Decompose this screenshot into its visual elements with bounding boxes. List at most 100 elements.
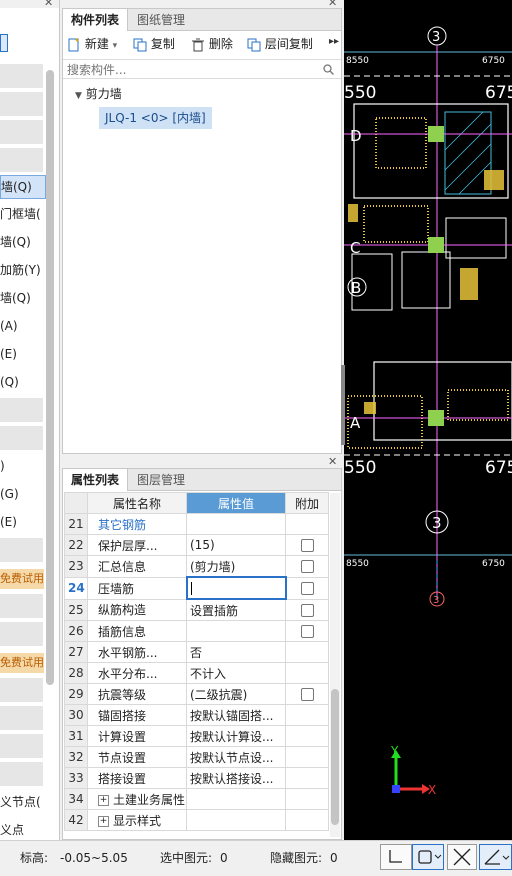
cross-select-button[interactable] (447, 844, 477, 870)
property-name: 搭接设置 (87, 767, 187, 789)
property-value[interactable] (186, 809, 286, 831)
property-value-editor[interactable] (185, 576, 287, 600)
search-input[interactable] (65, 61, 319, 79)
property-row[interactable]: 29 抗震等级 (二级抗震) (64, 683, 329, 705)
sidebar-item[interactable]: ) (0, 455, 44, 477)
property-value[interactable]: (剪力墙) (186, 555, 286, 578)
sidebar-group-row[interactable] (0, 148, 43, 172)
extra-checkbox[interactable] (300, 603, 314, 617)
sidebar-group-row[interactable] (0, 706, 43, 730)
sidebar-group-row[interactable] (0, 120, 43, 144)
splitter-handle[interactable] (341, 365, 345, 445)
tab-layer-management[interactable]: 图层管理 (129, 469, 193, 491)
property-row[interactable]: 21 其它钢筋 (64, 513, 329, 535)
sidebar-item[interactable]: (Q) (0, 371, 44, 393)
sidebar-item[interactable]: (G) (0, 483, 44, 505)
extra-checkbox[interactable] (300, 688, 314, 701)
property-value[interactable]: 按默认计算设... (186, 725, 286, 747)
sidebar-item[interactable]: 义节点( (0, 791, 59, 813)
sidebar-group-row[interactable] (0, 64, 43, 88)
property-row[interactable]: 25 纵筋构造 设置插筋 (64, 598, 329, 621)
sidebar-group-row[interactable] (0, 678, 43, 702)
property-row[interactable]: 23 汇总信息 (剪力墙) (64, 555, 329, 578)
sidebar-item[interactable]: (A) (0, 315, 44, 337)
sidebar-item[interactable]: 墙(Q) (0, 231, 44, 253)
property-value[interactable]: (15) (186, 534, 286, 556)
sidebar-item-shear-wall[interactable]: 墙(Q) (0, 175, 46, 199)
object-snap-button[interactable] (412, 844, 444, 870)
sidebar-group-row[interactable] (0, 594, 43, 618)
property-row[interactable]: 26 插筋信息 (64, 620, 329, 642)
property-value[interactable] (186, 788, 286, 810)
property-value[interactable]: (二级抗震) (186, 683, 286, 705)
sidebar-item[interactable]: 加筋(Y) (0, 259, 44, 281)
property-row[interactable]: 32 节点设置 按默认节点设... (64, 746, 329, 768)
property-scrollbar-thumb[interactable] (331, 689, 339, 825)
angle-snap-button[interactable] (479, 844, 512, 870)
property-value[interactable]: 按默认搭接设... (186, 767, 286, 789)
sidebar-group-row[interactable] (0, 398, 43, 422)
property-row[interactable]: 34 + 土建业务属性 (64, 788, 329, 810)
column[interactable] (428, 410, 444, 426)
new-button[interactable]: 新建 ▾ (67, 32, 117, 56)
sidebar-group-row[interactable] (0, 426, 43, 450)
sidebar-item[interactable]: 墙(Q) (0, 287, 44, 309)
expand-plus-icon[interactable]: + (98, 815, 109, 827)
column[interactable] (428, 126, 444, 142)
property-value[interactable]: 否 (186, 641, 286, 663)
sidebar-group-row[interactable] (0, 734, 43, 758)
property-row[interactable]: 30 锚固搭接 按默认锚固搭... (64, 704, 329, 726)
property-value[interactable]: 设置插筋 (186, 598, 286, 621)
close-icon[interactable]: ✕ (328, 455, 337, 468)
property-scrollbar-track[interactable] (330, 493, 340, 837)
extra-checkbox[interactable] (300, 582, 314, 595)
sidebar-group-row[interactable] (0, 538, 43, 562)
property-row[interactable]: 27 水平钢筋... 否 (64, 641, 329, 663)
property-value[interactable] (186, 513, 286, 535)
tab-component-list[interactable]: 构件列表 (63, 9, 129, 31)
tree-expand-icon[interactable]: ▼ (75, 91, 82, 101)
property-group-name[interactable]: + 显示样式 (87, 809, 187, 831)
sidebar-item[interactable]: 义点 (0, 819, 59, 840)
close-icon[interactable]: ✕ (328, 0, 337, 9)
property-value[interactable]: 按默认锚固搭... (186, 704, 286, 726)
property-value[interactable] (186, 620, 286, 642)
free-trial-badge[interactable]: 免费试用 (0, 569, 44, 589)
property-row[interactable]: 31 计算设置 按默认计算设... (64, 725, 329, 747)
sidebar-group-row[interactable] (0, 92, 43, 116)
extra-checkbox[interactable] (300, 560, 314, 574)
property-row[interactable]: 24 压墙筋 (64, 576, 329, 600)
tab-drawing-management[interactable]: 图纸管理 (129, 9, 193, 31)
sidebar-group-row[interactable] (0, 622, 43, 646)
property-value[interactable]: 不计入 (186, 662, 286, 684)
property-row[interactable]: 42 + 显示样式 (64, 809, 329, 831)
search-icon[interactable] (323, 64, 334, 75)
sidebar-scrollbar[interactable] (46, 70, 54, 685)
property-group-name[interactable]: + 土建业务属性 (87, 788, 187, 810)
extra-checkbox[interactable] (300, 625, 314, 638)
chevron-down-icon[interactable]: ▾ (113, 41, 118, 51)
orthogonal-snap-button[interactable] (380, 844, 412, 870)
sidebar-group-row[interactable] (0, 762, 43, 786)
tree-group-shear-wall[interactable]: ▼ 剪力墙 (75, 85, 122, 103)
sidebar-item[interactable]: (E) (0, 343, 44, 365)
copy-button[interactable]: 复制 (133, 32, 175, 56)
property-value[interactable]: 按默认节点设... (186, 746, 286, 768)
property-row[interactable]: 22 保护层厚... (15) (64, 534, 329, 556)
toolbar-overflow-icon[interactable]: ▸▸ (329, 36, 339, 47)
floor-copy-button[interactable]: 层间复制 (247, 32, 313, 56)
property-row[interactable]: 28 水平分布... 不计入 (64, 662, 329, 684)
expand-plus-icon[interactable]: + (98, 794, 109, 806)
sidebar-item[interactable]: 门框墙( (0, 203, 44, 225)
free-trial-badge[interactable]: 免费试用 (0, 653, 44, 673)
extra-checkbox[interactable] (300, 539, 314, 552)
sidebar-toggle-button[interactable] (0, 34, 8, 52)
property-row[interactable]: 33 搭接设置 按默认搭接设... (64, 767, 329, 789)
tab-property-list[interactable]: 属性列表 (63, 469, 129, 491)
cad-canvas[interactable]: 8550 6750 3 550 675 D C B A 550 675 3 85… (344, 0, 512, 840)
tree-item-jlq-1[interactable]: JLQ-1 <0> [内墙] (99, 107, 212, 129)
close-icon[interactable]: ✕ (44, 0, 53, 9)
sidebar-item[interactable]: (E) (0, 511, 44, 533)
column[interactable] (428, 237, 444, 253)
delete-button[interactable]: 删除 (191, 32, 233, 56)
